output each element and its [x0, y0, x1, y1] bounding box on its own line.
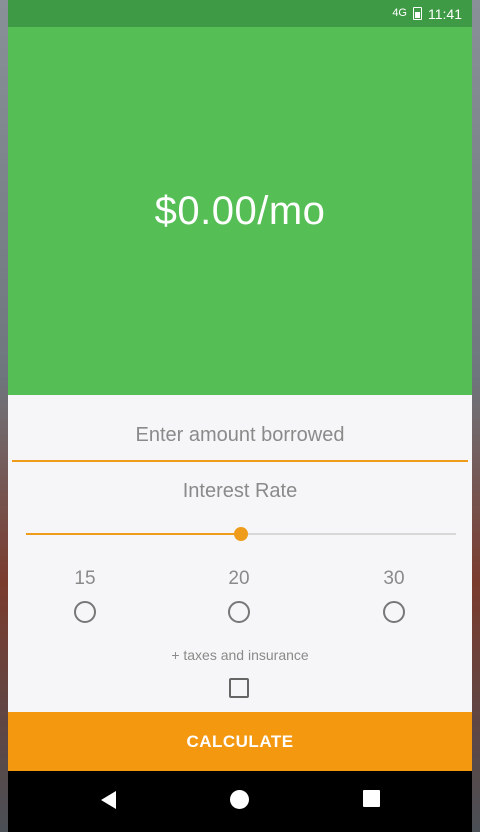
- term-label: 20: [228, 568, 250, 589]
- recents-icon[interactable]: [363, 790, 380, 807]
- slider-fill: [26, 533, 241, 535]
- term-label: 15: [74, 568, 96, 589]
- slider-thumb[interactable]: [234, 527, 248, 541]
- amount-borrowed-input[interactable]: [12, 410, 468, 460]
- interest-rate-slider[interactable]: [26, 524, 456, 544]
- wallpaper-right: [472, 0, 480, 832]
- term-20-radio[interactable]: [228, 601, 250, 623]
- calculate-button[interactable]: CALCULATE: [8, 712, 472, 771]
- home-icon[interactable]: [230, 790, 249, 809]
- term-option-30[interactable]: 30: [364, 568, 424, 628]
- app-screen: 4G 11:41 $0.00/mo Interest Rate 15 20 30…: [8, 0, 472, 832]
- term-30-radio[interactable]: [383, 601, 405, 623]
- interest-rate-label: Interest Rate: [182, 480, 298, 502]
- battery-icon: [413, 7, 422, 20]
- status-time: 11:41: [428, 5, 462, 22]
- amount-borrowed-field[interactable]: [12, 410, 468, 462]
- status-bar: 4G 11:41: [8, 0, 472, 27]
- monthly-payment-display: $0.00/mo: [154, 188, 326, 233]
- term-option-15[interactable]: 15: [55, 568, 115, 628]
- payment-header: $0.00/mo: [8, 27, 472, 395]
- back-icon[interactable]: [101, 791, 116, 809]
- wallpaper-left: [0, 0, 8, 832]
- taxes-insurance-label: + taxes and insurance: [171, 647, 309, 663]
- network-signal-icon: 4G: [392, 6, 407, 19]
- taxes-insurance-checkbox[interactable]: [229, 678, 249, 698]
- term-15-radio[interactable]: [74, 601, 96, 623]
- term-option-20[interactable]: 20: [209, 568, 269, 628]
- term-label: 30: [383, 568, 405, 589]
- system-nav-bar: [8, 771, 472, 832]
